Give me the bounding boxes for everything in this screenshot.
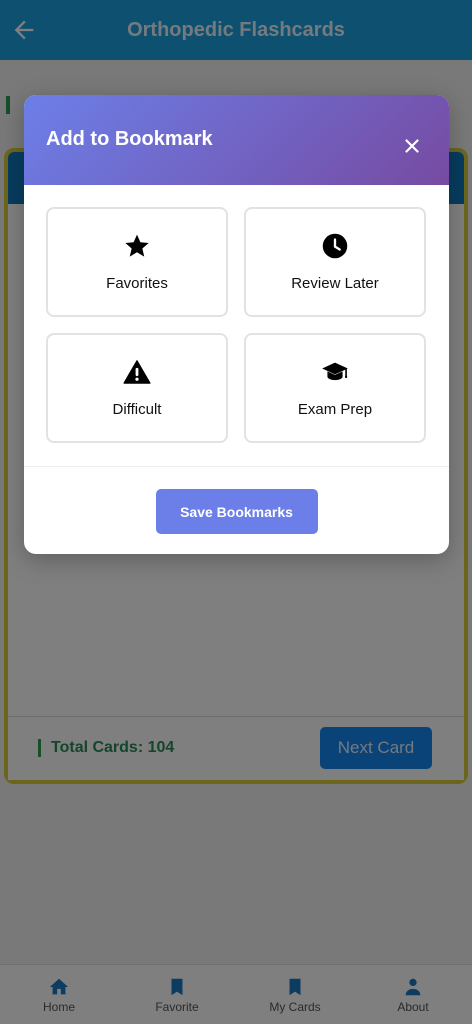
option-label: Review Later: [291, 275, 379, 292]
bookmark-options: Favorites Review Later Difficult Exam Pr…: [24, 185, 449, 466]
option-exam-prep[interactable]: Exam Prep: [244, 333, 426, 443]
save-bookmarks-button[interactable]: Save Bookmarks: [155, 489, 318, 534]
option-label: Difficult: [112, 401, 162, 418]
option-label: Favorites: [106, 275, 168, 292]
clock-icon: [320, 231, 350, 261]
warning-icon: [122, 357, 152, 387]
option-label: Exam Prep: [297, 401, 373, 418]
option-review-later[interactable]: Review Later: [244, 207, 426, 317]
close-button[interactable]: [399, 133, 425, 159]
modal-header: Add to Bookmark: [24, 95, 449, 185]
modal-title: Add to Bookmark: [46, 127, 213, 150]
graduation-cap-icon: [320, 357, 350, 387]
bookmark-modal: Add to Bookmark Favorites Review Later D…: [24, 95, 449, 554]
close-icon: [405, 139, 419, 153]
option-difficult[interactable]: Difficult: [46, 333, 228, 443]
option-favorites[interactable]: Favorites: [46, 207, 228, 317]
modal-footer: Save Bookmarks: [24, 466, 449, 554]
star-icon: [122, 231, 152, 261]
